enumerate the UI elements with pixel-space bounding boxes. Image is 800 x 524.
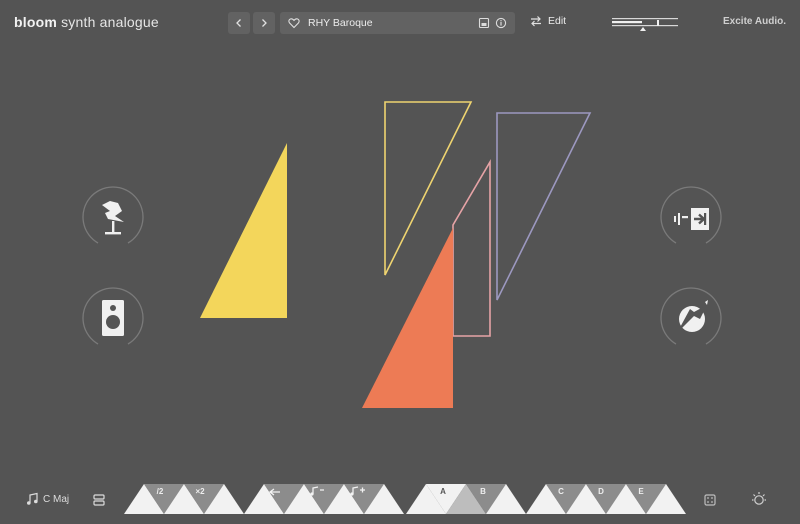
master-volume-slider[interactable] [612, 15, 678, 31]
speaker-icon [102, 300, 124, 336]
halve-label[interactable]: /2 [150, 487, 170, 496]
preset-selector[interactable]: RHY Baroque [280, 12, 515, 34]
app-title: bloom synth analogue [14, 14, 159, 30]
info-icon[interactable] [495, 17, 507, 29]
pink-outline-triangle [452, 159, 491, 337]
violet-outline-triangle [496, 112, 592, 301]
save-icon[interactable] [478, 17, 490, 29]
swap-arrows-icon [531, 16, 541, 27]
double-label[interactable]: ×2 [190, 487, 210, 496]
chevron-right-icon [262, 19, 267, 27]
heart-icon[interactable] [288, 17, 300, 29]
yellow-outline-triangle [384, 101, 473, 276]
orange-filled-triangle [362, 228, 453, 408]
section-c-label[interactable]: C [551, 487, 571, 496]
delay-icon [674, 208, 709, 230]
compass-icon [677, 300, 708, 333]
chevron-left-icon [236, 19, 241, 27]
bird-icon [102, 201, 124, 235]
right-top-knob[interactable] [658, 185, 724, 251]
left-top-knob[interactable] [80, 185, 146, 251]
section-e-label[interactable]: E [631, 487, 651, 496]
dice-icon[interactable] [703, 493, 717, 507]
section-b-label[interactable]: B [473, 487, 493, 496]
brand-bold: bloom [14, 14, 57, 30]
section-a-label[interactable]: A [433, 487, 453, 496]
edit-button[interactable]: Edit [530, 15, 566, 27]
next-preset-button[interactable] [253, 12, 275, 34]
yellow-filled-triangle [200, 143, 287, 318]
section-d-label[interactable]: D [591, 487, 611, 496]
generative-visual [200, 101, 592, 408]
vendor-logo: Excite Audio. [723, 16, 786, 27]
top-bar: bloom synth analogue RHY Baroque Edit Ex… [0, 0, 800, 46]
previous-preset-button[interactable] [228, 12, 250, 34]
preset-name: RHY Baroque [308, 17, 373, 29]
brand-name: synth analogue [57, 14, 159, 30]
sequencer-strip [124, 484, 686, 514]
edit-label: Edit [548, 15, 567, 27]
settings-sun-icon[interactable] [750, 490, 768, 508]
left-bottom-knob[interactable] [80, 286, 146, 352]
right-bottom-knob[interactable] [658, 286, 724, 352]
